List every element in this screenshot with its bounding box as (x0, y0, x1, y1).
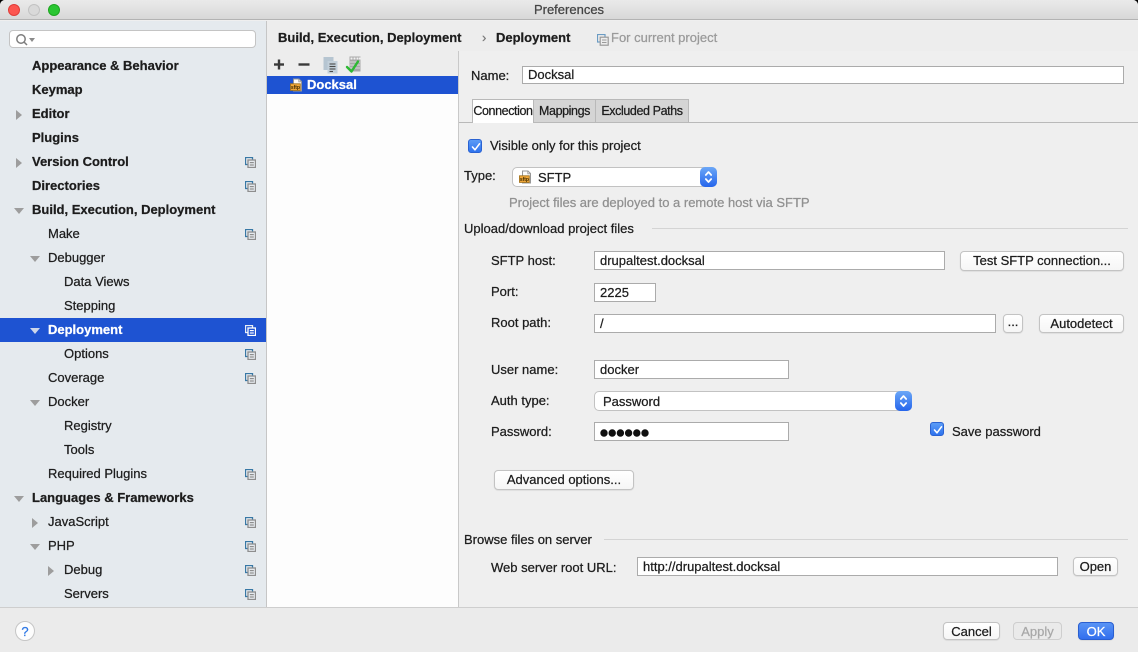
svg-text:sftp: sftp (520, 177, 529, 183)
svg-text:sftp: sftp (291, 85, 300, 91)
